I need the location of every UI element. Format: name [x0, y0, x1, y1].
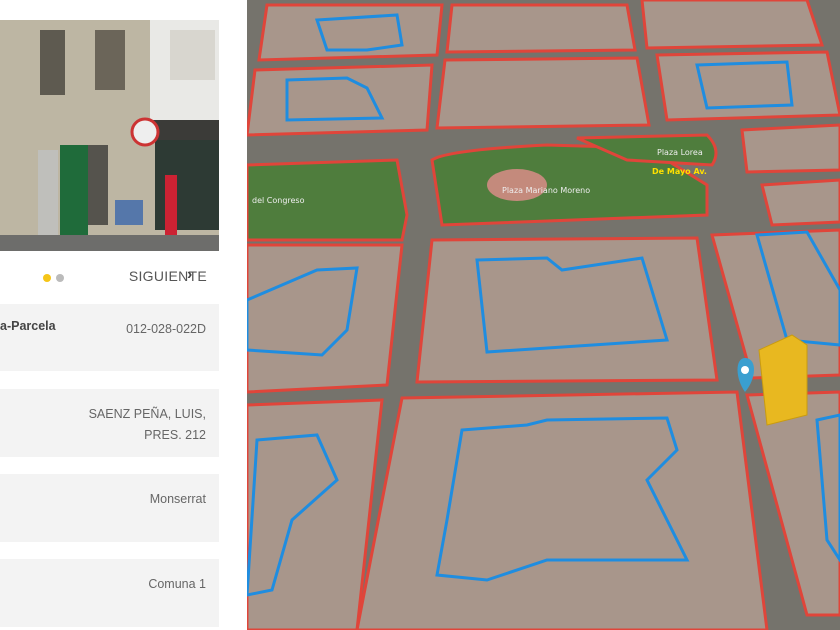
field-parcela: a-Parcela 012-028-022D — [0, 304, 219, 371]
field-value-line2: PRES. 212 — [144, 428, 206, 442]
field-barrio: Monserrat — [0, 474, 219, 542]
selected-building[interactable] — [758, 334, 808, 426]
chevron-right-icon[interactable]: › — [187, 266, 192, 284]
map-label: del Congreso — [252, 196, 305, 205]
field-direccion: SAENZ PEÑA, LUIS, PRES. 212 — [0, 389, 219, 457]
next-button[interactable]: SIGUIENTE — [129, 268, 207, 284]
field-comuna: Comuna 1 — [0, 559, 219, 627]
aerial-map[interactable]: Plaza Lorea De Mayo Av. Plaza Mariano Mo… — [247, 0, 840, 630]
map-canvas[interactable] — [247, 0, 840, 630]
info-panel: SIGUIENTE › a-Parcela 012-028-022D SAENZ… — [0, 0, 247, 630]
field-value: 012-028-022D — [126, 322, 206, 336]
carousel-dot[interactable] — [56, 274, 64, 282]
field-value-block: SAENZ PEÑA, LUIS, PRES. 212 — [89, 404, 206, 446]
map-label: Plaza Lorea — [657, 148, 703, 157]
street-view-photo[interactable] — [0, 20, 219, 251]
field-label: a-Parcela — [0, 319, 56, 333]
map-label: De Mayo Av. — [652, 167, 707, 176]
field-value: Comuna 1 — [148, 577, 206, 591]
field-value: Monserrat — [149, 492, 206, 506]
map-label: Plaza Mariano Moreno — [502, 186, 591, 195]
field-value: SAENZ PEÑA, LUIS, — [88, 407, 206, 421]
carousel-dot-active[interactable] — [43, 274, 51, 282]
